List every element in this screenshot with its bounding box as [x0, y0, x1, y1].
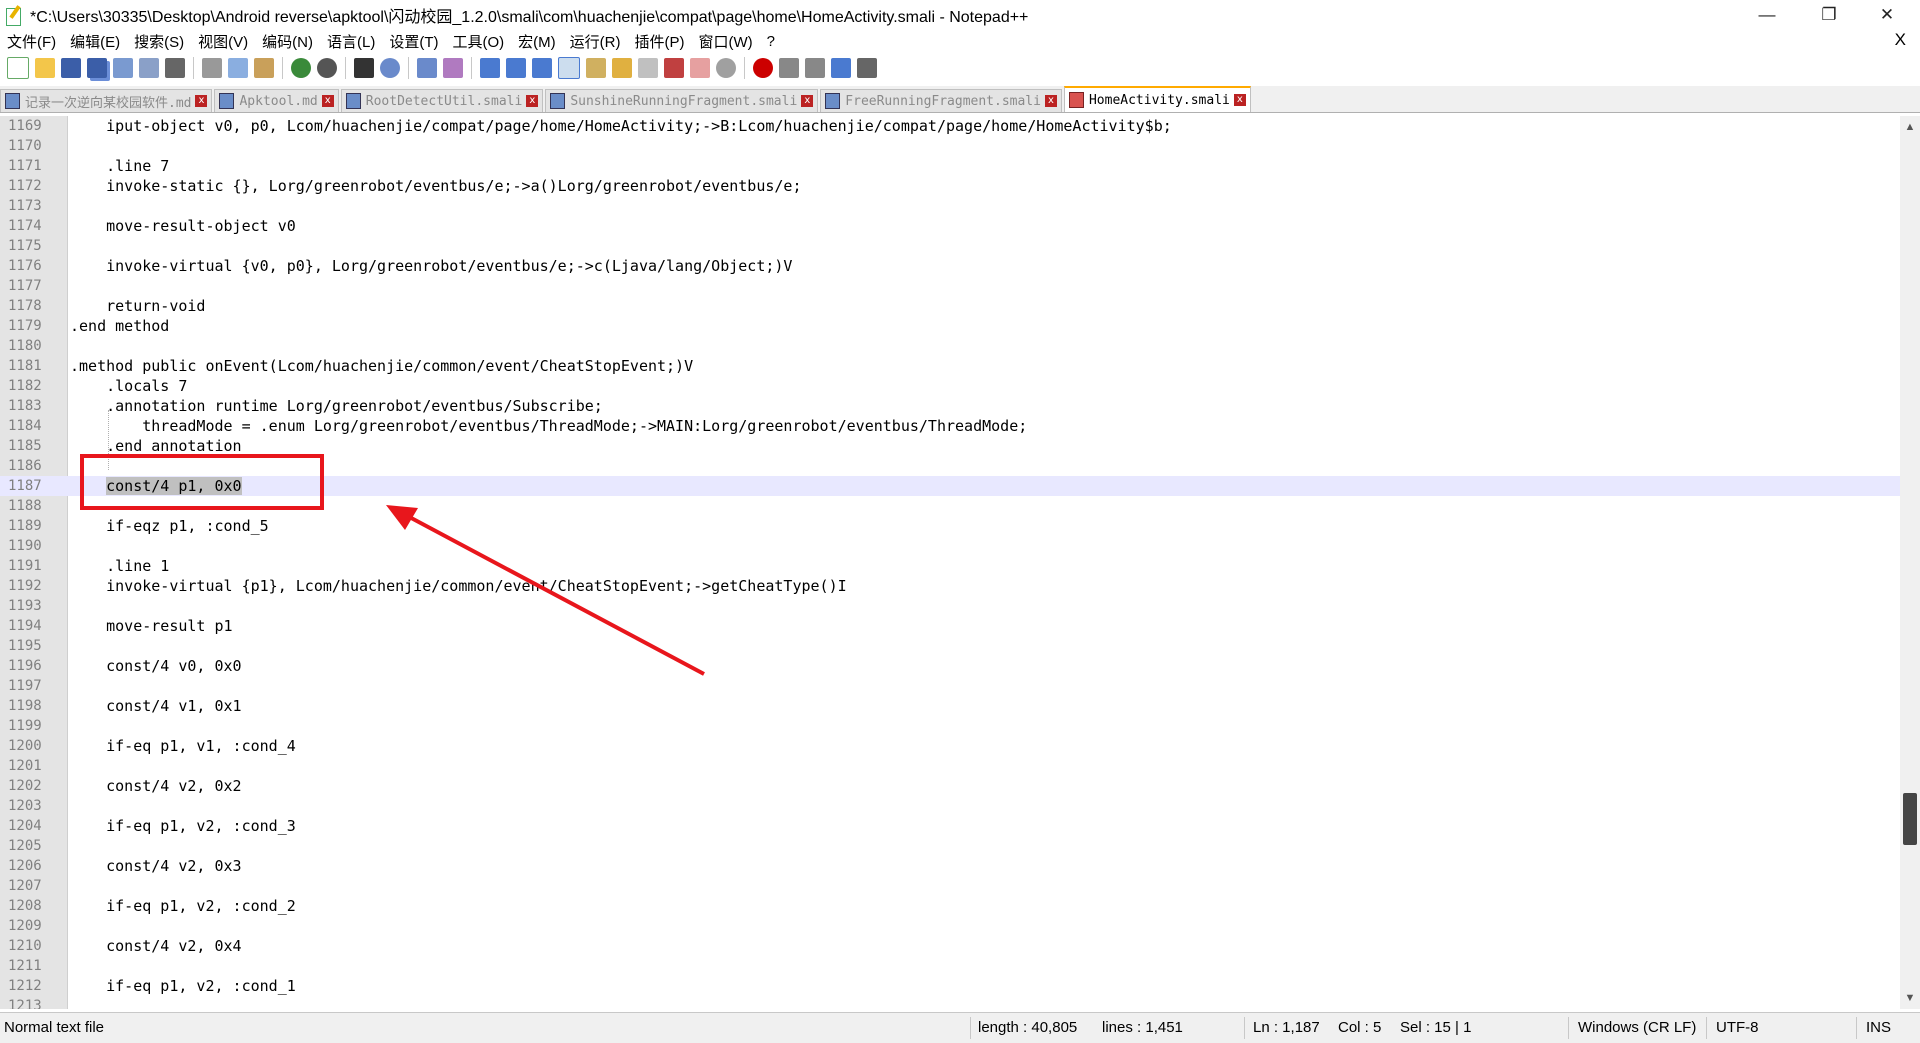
arrow-annotation: [386, 505, 705, 676]
arrow-shaft: [399, 510, 705, 676]
